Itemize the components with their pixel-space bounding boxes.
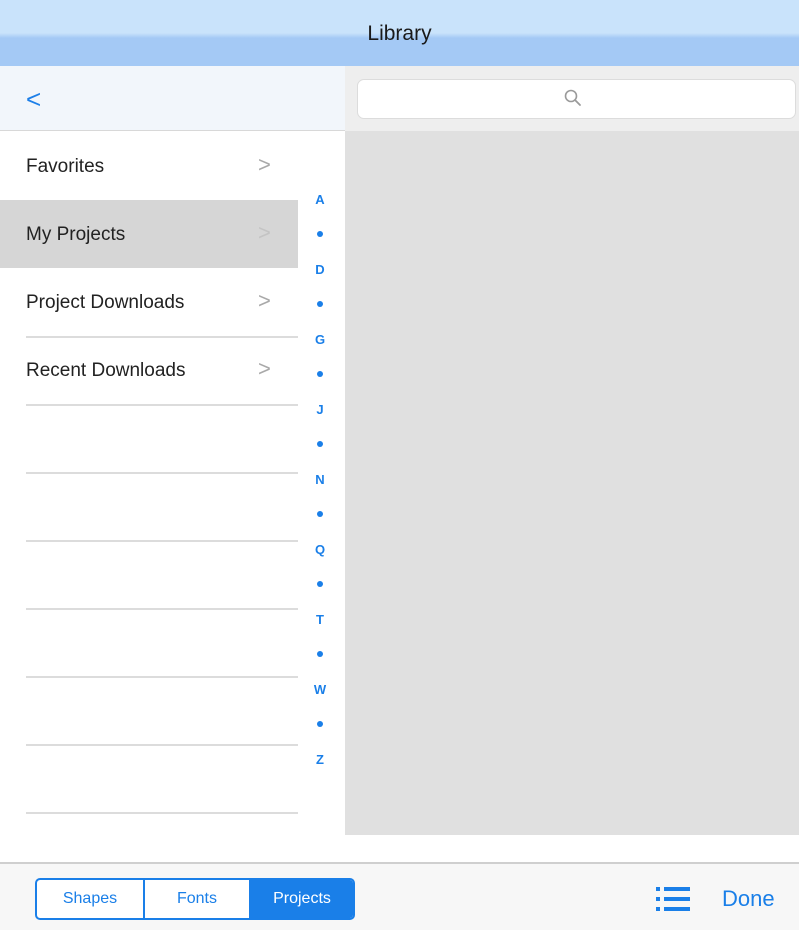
row-divider <box>26 404 298 406</box>
row-divider <box>26 336 298 338</box>
sidebar-item-project-downloads[interactable]: Project Downloads > <box>0 268 298 336</box>
list-icon[interactable] <box>656 886 690 912</box>
row-divider <box>26 812 298 814</box>
index-letter-w[interactable]: W <box>305 682 335 697</box>
index-letter-g[interactable]: G <box>305 332 335 347</box>
row-divider <box>26 608 298 610</box>
chevron-right-icon: > <box>258 288 271 313</box>
index-letter-a[interactable]: A <box>305 192 335 207</box>
back-button[interactable]: < <box>26 84 41 115</box>
sidebar-item-label: Project Downloads <box>26 292 185 313</box>
content-area <box>345 66 799 835</box>
index-dot <box>317 721 323 727</box>
chevron-right-icon: > <box>258 152 271 177</box>
sidebar-item-label: Recent Downloads <box>26 360 186 381</box>
page-title: Library <box>367 22 432 45</box>
sidebar-item-recent-downloads[interactable]: Recent Downloads > <box>0 336 298 404</box>
index-letter-j[interactable]: J <box>305 402 335 417</box>
chevron-right-icon: > <box>258 220 271 245</box>
row-divider <box>26 472 298 474</box>
segment-projects[interactable]: Projects <box>249 880 353 918</box>
sidebar-item-my-projects[interactable]: My Projects > <box>0 200 298 268</box>
segment-shapes[interactable]: Shapes <box>37 880 143 918</box>
back-bar: < <box>0 66 345 131</box>
index-dot <box>317 441 323 447</box>
index-dot <box>317 231 323 237</box>
row-divider <box>26 676 298 678</box>
index-letter-n[interactable]: N <box>305 472 335 487</box>
index-letter-d[interactable]: D <box>305 262 335 277</box>
row-divider <box>26 744 298 746</box>
index-dot <box>317 651 323 657</box>
sidebar-item-favorites[interactable]: Favorites > <box>0 132 298 200</box>
search-input[interactable] <box>357 79 796 119</box>
sidebar-item-label: My Projects <box>26 224 126 245</box>
index-dot <box>317 371 323 377</box>
done-button[interactable]: Done <box>722 886 775 912</box>
index-dot <box>317 301 323 307</box>
index-letter-q[interactable]: Q <box>305 542 335 557</box>
index-letter-t[interactable]: T <box>305 612 335 627</box>
index-dot <box>317 581 323 587</box>
title-bar: Library <box>0 0 799 66</box>
row-divider <box>26 540 298 542</box>
chevron-right-icon: > <box>258 356 271 381</box>
index-dot <box>317 511 323 517</box>
segmented-control: Shapes Fonts Projects <box>35 878 355 920</box>
sidebar-item-label: Favorites <box>26 156 105 177</box>
search-icon <box>564 89 581 106</box>
index-letter-z[interactable]: Z <box>305 752 335 767</box>
segment-fonts[interactable]: Fonts <box>143 880 249 918</box>
